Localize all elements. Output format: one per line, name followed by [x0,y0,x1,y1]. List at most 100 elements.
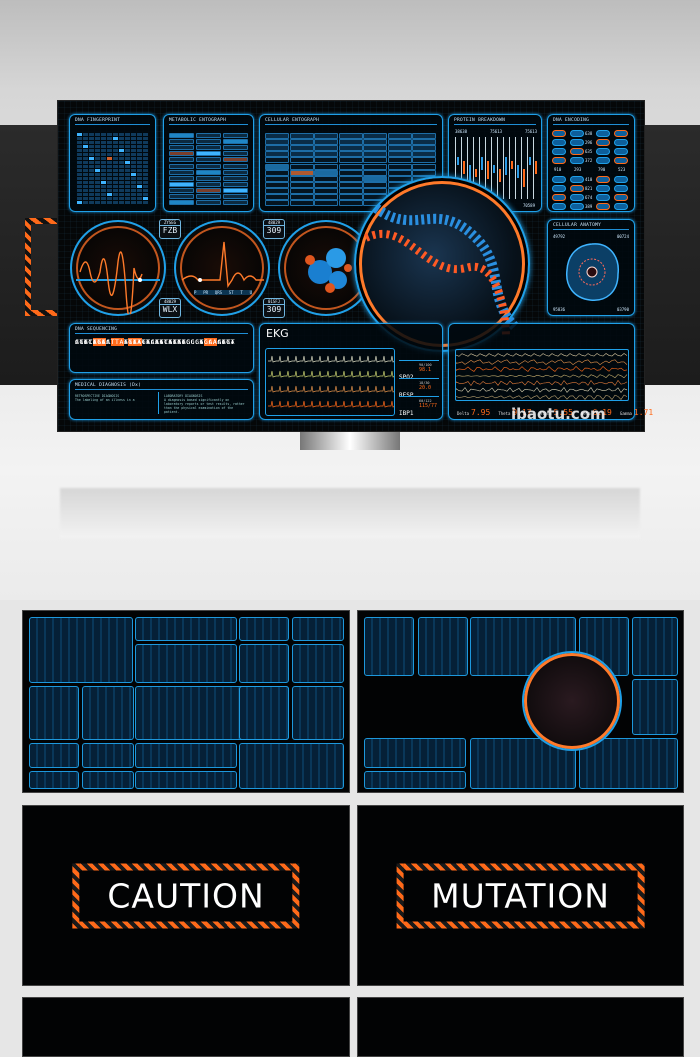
mini-panel [632,617,678,676]
fingerprint-cell [137,149,142,152]
encoding-toggle[interactable] [570,157,584,164]
encoding-toggle[interactable] [614,157,628,164]
fingerprint-cell [119,189,124,192]
encoding-toggle[interactable] [570,176,584,183]
fingerprint-cell [125,145,130,148]
fingerprint-cell [101,169,106,172]
sine-waveform [76,251,160,318]
encoding-toggle[interactable] [552,185,566,192]
encoding-value: 674 [585,195,593,200]
metabolic-cell [169,187,194,193]
fingerprint-cell [125,133,130,136]
panel-title: EKG [266,327,289,340]
fingerprint-cell [95,165,100,168]
fingerprint-cell [77,177,82,180]
encoding-toggle[interactable] [596,148,610,155]
fingerprint-cell [77,197,82,200]
laboratory-diagnosis: LABORATORY DIAGNOSIS A diagnosis based si… [164,394,249,414]
encoding-toggle[interactable] [596,185,610,192]
encoding-toggle[interactable] [570,185,584,192]
encoding-toggle[interactable] [614,176,628,183]
thumbnail-hud-layout-1[interactable] [22,610,350,793]
encoding-toggle[interactable] [596,203,610,210]
fingerprint-cell [95,185,100,188]
encoding-value: 372 [585,158,593,163]
panel-title: DNA SEQUENCING [75,327,248,334]
encoding-toggle[interactable] [596,139,610,146]
cellular-cell [338,157,363,164]
thumbnail-mutation[interactable]: MUTATION [357,805,684,986]
fingerprint-cell [137,173,142,176]
encoding-value: 638 [585,131,593,136]
encoding-toggle[interactable] [552,157,566,164]
fingerprint-cell [137,145,142,148]
panel-title: MEDICAL DIAGNOSIS (Dx) [75,383,248,390]
mini-panel [82,686,134,740]
wave-label: ST [228,290,234,295]
fingerprint-cell [137,141,142,144]
metabolic-cell [169,133,194,138]
metabolic-cell [196,157,221,163]
cellular-cell [387,145,412,152]
text: The labeling of an illness in a [75,398,135,402]
encoding-toggle[interactable] [596,176,610,183]
mini-panel [292,617,344,641]
encoding-toggle[interactable] [570,148,584,155]
encoding-toggle[interactable] [614,185,628,192]
cellular-cell [363,133,387,139]
fingerprint-cell [131,145,136,148]
encoding-toggle[interactable] [570,203,584,210]
cellular-cell [314,145,338,152]
tag-value: 309 [266,305,282,314]
ekg-trace [268,355,394,363]
fingerprint-cell [125,185,130,188]
encoding-toggle[interactable] [596,157,610,164]
fingerprint-cell [119,133,124,136]
encoding-toggle[interactable] [614,148,628,155]
fingerprint-cell [95,201,100,204]
encoding-toggle[interactable] [570,139,584,146]
cellular-cell [265,157,289,164]
encoding-toggle[interactable] [614,203,628,210]
fingerprint-cell [113,197,118,200]
encoding-toggle[interactable] [552,194,566,201]
protein-bar [493,165,495,173]
fingerprint-cell [125,201,130,204]
cellular-cell [314,157,338,164]
encoding-toggle[interactable] [552,130,566,137]
thumbnail-blank-1[interactable] [22,997,350,1057]
fingerprint-cell [77,189,82,192]
fingerprint-cell [83,193,88,196]
encoding-toggle[interactable] [570,194,584,201]
mini-panel [135,771,237,789]
metabolic-cell [169,151,194,157]
fingerprint-cell [107,201,112,204]
fingerprint-cell [119,201,124,204]
encoding-toggle[interactable] [552,176,566,183]
encoding-toggle[interactable] [614,194,628,201]
ekg-trace [268,400,394,408]
encoding-value: 293 [574,167,582,172]
fingerprint-cell [95,193,100,196]
encoding-toggle[interactable] [570,130,584,137]
encoding-toggle[interactable] [596,194,610,201]
encoding-toggle[interactable] [614,130,628,137]
fingerprint-cell [137,157,142,160]
fingerprint-cell [119,181,124,184]
encoding-toggle[interactable] [552,139,566,146]
encoding-toggle[interactable] [552,203,566,210]
protein-bar [475,169,477,177]
fingerprint-cell [113,149,118,152]
encoding-toggle[interactable] [552,148,566,155]
fingerprint-cell [83,181,88,184]
fingerprint-cell [125,137,130,140]
thumbnail-hud-layout-2[interactable] [357,610,684,793]
encoding-value: 910 [554,167,562,172]
encoding-toggle[interactable] [614,139,628,146]
metabolic-cell [169,139,194,145]
metabolic-cell [223,194,248,199]
thumbnail-caution[interactable]: CAUTION [22,805,350,986]
encoding-toggle[interactable] [596,130,610,137]
thumbnail-blank-2[interactable] [357,997,684,1057]
protein-bar [487,161,489,179]
